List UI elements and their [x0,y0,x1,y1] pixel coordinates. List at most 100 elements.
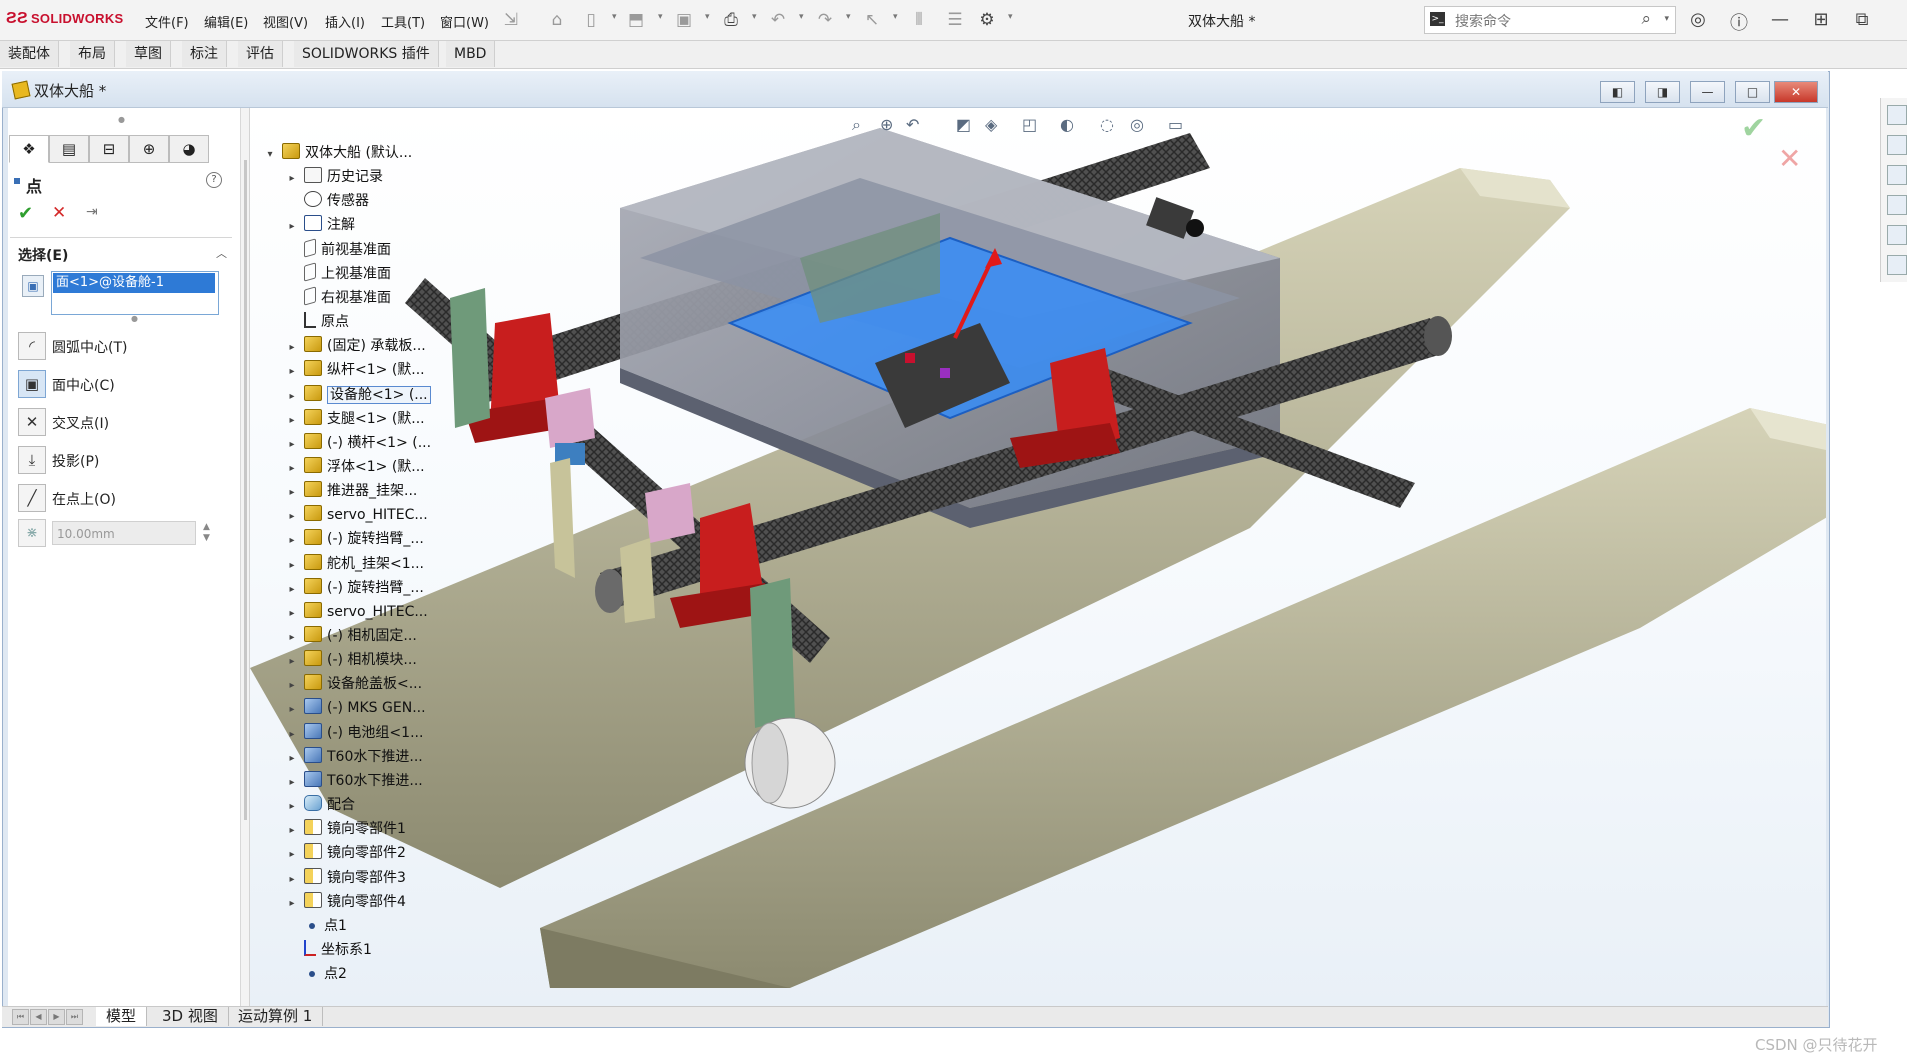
face-center-icon[interactable]: ▣ [18,370,46,398]
thruster[interactable] [744,717,836,809]
expand-arrow-icon[interactable]: ▸ [284,676,300,696]
tab-addins[interactable]: SOLIDWORKS 插件 [294,41,439,67]
tab-assembly[interactable]: 装配体 [0,41,59,67]
expand-arrow-icon[interactable]: ▸ [284,580,300,600]
option-face-center[interactable]: ▣ 面中心(C) [18,368,232,398]
arc-center-icon[interactable]: ◜ [18,332,46,360]
option-arc-center[interactable]: ◜ 圆弧中心(T) [18,330,232,360]
tab-model[interactable]: 模型 [96,1007,148,1026]
expand-arrow-icon[interactable]: ▸ [284,531,300,551]
design-library-icon[interactable] [1887,135,1907,155]
doc-close-icon[interactable]: ✕ [1774,81,1818,103]
on-point-icon[interactable]: ╱ [18,484,46,512]
home-icon[interactable]: ⌂ [546,9,568,31]
tree-item[interactable]: ▸ servo_HITEC... [284,601,428,624]
tab-propertymanager-icon[interactable]: ▤ [49,135,89,163]
distance-field[interactable]: 10.00mm [52,521,196,545]
tree-item[interactable]: ▸ 纵杆<1> (默... [284,360,425,380]
tree-scrollbar[interactable] [244,160,247,820]
dynamic-annotation-icon[interactable]: ◈ [985,115,997,134]
tab-sketch[interactable]: 草图 [126,41,171,67]
option-projection[interactable]: ⤓ 投影(P) [18,444,232,474]
expand-arrow-icon[interactable]: ▸ [284,725,300,745]
appearances-icon[interactable] [1887,225,1907,245]
expand-arrow-icon[interactable]: ▸ [284,435,300,455]
tab-layout[interactable]: 布局 [70,41,115,67]
leg-green-2[interactable] [750,578,795,728]
tree-item[interactable]: 点2 [284,964,347,984]
pin-icon[interactable]: ⇲ [500,9,522,31]
tree-item[interactable]: 传感器 [284,191,369,211]
scroll-last-icon[interactable]: ⏭ [66,1009,83,1025]
tree-item[interactable]: 上视基准面 [284,262,391,284]
user-account-icon[interactable]: ◎ [1686,9,1710,30]
hide-show-icon[interactable]: ◌ [1100,115,1114,134]
option-intersection[interactable]: ✕ 交叉点(I) [18,406,232,436]
cancel-x-icon[interactable]: ✕ [52,203,66,223]
tree-item[interactable]: ▸ 设备舱<1> (... [284,384,431,407]
new-dropdown-icon[interactable]: ▾ [612,12,617,22]
tab-configurationmanager-icon[interactable]: ⊟ [89,135,129,163]
menu-insert[interactable]: 插入(I) [325,12,365,31]
tree-item[interactable]: ▸ (-) 旋转挡臂_... [284,577,424,600]
tile-icon[interactable]: ⊞ [1809,9,1833,30]
leg-green-1[interactable] [450,288,490,428]
tile-left-icon[interactable]: ◧ [1600,81,1635,103]
tree-item[interactable]: ▸ 历史记录 [284,167,383,187]
tree-item[interactable]: ▸ 镜向零部件3 [284,867,406,890]
expand-arrow-icon[interactable]: ▸ [284,604,300,624]
file-explorer-icon[interactable] [1887,165,1907,185]
search-box[interactable]: >_ 搜索命令 ⌕ ▾ [1424,6,1676,34]
menu-file[interactable]: 文件(F) [145,12,189,31]
pushpin-icon[interactable]: ⇥ [86,204,98,220]
zoom-area-icon[interactable]: ⊕ [880,115,893,134]
option-on-point[interactable]: ╱ 在点上(O) [18,482,232,512]
tab-markup[interactable]: 标注 [182,41,227,67]
tree-item[interactable]: ▾ 双体大船 (默认... [262,143,412,163]
edit-appearance-icon[interactable]: ◎ [1130,115,1144,134]
scroll-first-icon[interactable]: ⏮ [12,1009,29,1025]
collapse-icon[interactable]: ︿ [216,245,227,261]
expand-arrow-icon[interactable]: ▸ [284,387,300,407]
menu-window[interactable]: 窗口(W) [440,12,489,31]
expand-arrow-icon[interactable]: ▸ [284,821,300,841]
undo-icon[interactable]: ↶ [767,9,789,31]
projection-icon[interactable]: ⤓ [18,446,46,474]
expand-arrow-icon[interactable]: ▸ [284,338,300,358]
tab-3d-views[interactable]: 3D 视图 [152,1007,229,1026]
view-orientation-icon[interactable]: ◰ [1022,115,1037,134]
doc-minimize-icon[interactable]: — [1690,81,1725,103]
resources-home-icon[interactable] [1887,105,1907,125]
tree-item[interactable]: ▸ 注解 [284,215,355,235]
expand-arrow-icon[interactable]: ▸ [284,411,300,431]
file-properties-icon[interactable]: ☰ [944,9,966,31]
tree-item[interactable]: ▸ (-) 横杆<1> (... [284,432,431,455]
custom-properties-icon[interactable] [1887,255,1907,275]
view-palette-icon[interactable] [1887,195,1907,215]
tree-item[interactable]: 点1 [284,916,347,936]
section-view-icon[interactable]: ◩ [956,115,971,134]
doc-maximize-icon[interactable]: □ [1735,81,1770,103]
expand-arrow-icon[interactable]: ▾ [262,145,278,165]
help-icon[interactable]: ? [206,172,222,188]
expand-arrow-icon[interactable]: ▸ [284,894,300,914]
tree-item[interactable]: ▸ (-) 旋转挡臂_... [284,529,424,549]
tree-item[interactable]: ▸ 设备舱盖板<... [284,674,422,694]
tab-display-icon[interactable]: ◕ [169,135,209,163]
tree-item[interactable]: ▸ 支腿<1> (默... [284,408,425,431]
tab-dimxpert-icon[interactable]: ⊕ [129,135,169,163]
tree-item[interactable]: ▸ 推进器_挂架... [284,481,417,501]
menu-tools[interactable]: 工具(T) [381,12,425,31]
save-icon[interactable]: ▣ [673,9,695,31]
expand-arrow-icon[interactable]: ▸ [284,870,300,890]
tile-right-icon[interactable]: ◨ [1645,81,1680,103]
catamaran-model[interactable] [250,108,1826,1006]
expand-arrow-icon[interactable]: ▸ [284,628,300,648]
redo-icon[interactable]: ↷ [814,9,836,31]
distance-spinner[interactable]: ▲ ▼ [203,522,210,544]
tree-item[interactable]: ▸ (-) 电池组<1... [284,722,423,745]
search-icon[interactable]: ⌕ [1641,9,1651,29]
menu-view[interactable]: 视图(V) [263,12,308,31]
list-resize-grip[interactable]: ● [131,314,138,323]
panel-grip[interactable]: ● [118,115,125,124]
